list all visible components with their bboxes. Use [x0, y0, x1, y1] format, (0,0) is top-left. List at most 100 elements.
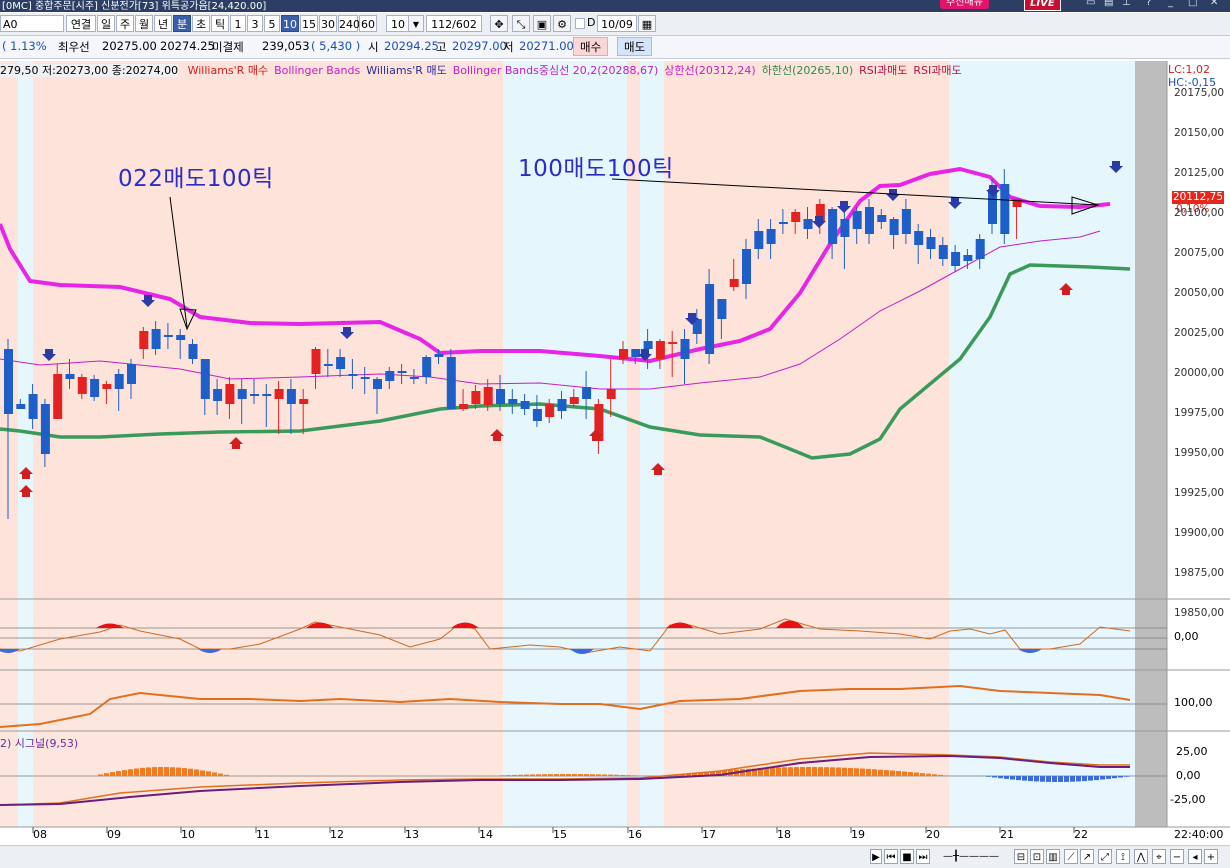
scroll-slider[interactable]: —╂———— [934, 849, 1008, 864]
candle-body [483, 387, 493, 405]
macd-histogram-bar [224, 774, 229, 776]
best-ask-value: 20274.25 [160, 39, 215, 53]
layout-icon[interactable]: ▥ [1046, 849, 1060, 864]
macd-histogram-bar [176, 767, 181, 776]
macd-histogram-bar [608, 774, 613, 776]
date-checkbox[interactable] [575, 18, 585, 29]
candle-body [778, 222, 788, 224]
close-icon[interactable]: ✕ [1210, 0, 1218, 8]
interval-button-10[interactable]: 5 [264, 15, 280, 32]
candle-body [926, 237, 936, 249]
interval-button-6[interactable]: 초 [192, 15, 210, 32]
candle-body [742, 249, 751, 284]
macd-histogram-bar [200, 770, 205, 776]
chart-area[interactable]: 279,50 저:20273,00 종:20274,00 Williams'R … [0, 59, 1230, 867]
maximize-icon[interactable]: □ [1188, 0, 1197, 8]
candle-body [619, 349, 628, 359]
live-badge[interactable]: LIVE [1024, 0, 1061, 11]
best-bid-value: 20275.00 [102, 39, 157, 53]
interval-button-7[interactable]: 틱 [211, 15, 229, 32]
zoom-fit-icon[interactable]: ⊡ [1030, 849, 1044, 864]
trend-tool-icon[interactable]: ⤢ [1098, 849, 1112, 864]
position-readout: 112/602 [426, 15, 482, 32]
zoom-in-icon[interactable]: + [1204, 849, 1218, 864]
save-icon[interactable]: ▣ [533, 15, 551, 32]
signal-zone [0, 61, 18, 599]
macd-histogram-bar [134, 768, 139, 776]
interval-button-2[interactable]: 주 [116, 15, 134, 32]
signal-zone-sub [627, 599, 640, 827]
interval-button-5[interactable]: 분 [173, 15, 191, 32]
crosshair-add-icon[interactable]: ✥ [490, 15, 508, 32]
macd-histogram-bar [530, 774, 535, 776]
interval-button-12[interactable]: 15 [300, 15, 318, 32]
macd-histogram-bar [524, 774, 529, 776]
candle-body [360, 377, 370, 379]
interval-button-11[interactable]: 10 [281, 15, 299, 32]
window-restore-icon[interactable]: ▭ [1086, 0, 1095, 8]
interval-button-1[interactable]: 일 [97, 15, 115, 32]
signal-zone-sub [18, 599, 33, 827]
arrow-tool-icon[interactable]: ↗ [1080, 849, 1094, 864]
macd-histogram-bar [122, 770, 127, 776]
window-layout-icon[interactable]: ▤ [1104, 0, 1113, 8]
macd-histogram-bar [590, 774, 595, 776]
buy-button[interactable]: 매수 [573, 37, 609, 56]
legend-item-0: Williams'R 매수 [187, 64, 269, 77]
price-tick-label: 19950,00 [1174, 447, 1225, 459]
interval-button-3[interactable]: 월 [135, 15, 153, 32]
play-icon[interactable]: ▶ [870, 849, 882, 864]
pattern-tool-icon[interactable]: ⋀ [1134, 849, 1148, 864]
zoom-area-icon[interactable]: ⊟ [1014, 849, 1028, 864]
date-input[interactable]: 10/09 [597, 15, 637, 32]
cursor-tool-icon[interactable]: ⌖ [1152, 849, 1166, 864]
candle-body [532, 409, 542, 421]
candle-body [102, 384, 112, 389]
interval-button-15[interactable]: 60 [359, 15, 377, 32]
candle-body [668, 342, 678, 344]
zoom-out-icon[interactable]: − [1170, 849, 1184, 864]
candle-body [4, 349, 13, 414]
interval-button-8[interactable]: 1 [230, 15, 246, 32]
stop-icon[interactable]: ■ [900, 849, 914, 864]
low-label: 저 [503, 40, 514, 54]
symbol-field[interactable]: A0 100(24.1 [0, 15, 64, 48]
macd-histogram-bar [794, 767, 799, 776]
interval-button-13[interactable]: 30 [319, 15, 337, 32]
count-dropdown-icon[interactable]: ▼ [408, 15, 424, 32]
macd-zero-label: 0,00 [1176, 769, 1201, 782]
macd-histogram-bar [632, 775, 637, 776]
annotation-left: 022매도100틱 [118, 166, 274, 192]
macd-histogram-bar [1052, 776, 1057, 782]
help-icon[interactable]: ? [1146, 0, 1151, 8]
interval-button-9[interactable]: 3 [247, 15, 263, 32]
fib-tool-icon[interactable]: ⟟ [1116, 849, 1130, 864]
calendar-icon[interactable]: ▦ [638, 15, 656, 32]
fast-forward-icon[interactable]: ⏭ [916, 849, 930, 864]
date-flag-label: D [587, 16, 596, 29]
minimize-icon[interactable]: _ [1168, 0, 1173, 8]
macd-histogram-bar [182, 768, 187, 776]
sell-button[interactable]: 매도 [617, 37, 653, 56]
macd-histogram-bar [902, 771, 907, 776]
open-value: 20294.25 [384, 39, 439, 53]
candle-body [114, 374, 124, 389]
interval-button-14[interactable]: 240 [338, 15, 360, 32]
macd-histogram-bar [1106, 776, 1111, 779]
candle-body [901, 209, 911, 234]
scroll-left-icon[interactable]: ◂ [1188, 849, 1202, 864]
rewind-icon[interactable]: ⏮ [884, 849, 898, 864]
settings-gear-icon[interactable]: ⚙ [553, 15, 571, 32]
draw-line-tool-icon[interactable]: ⟋ [1064, 849, 1078, 864]
macd-histogram-bar [188, 768, 193, 776]
interval-button-0[interactable]: 연결 [66, 15, 96, 32]
legend-item-1: Bollinger Bands [274, 64, 361, 77]
macd-histogram-bar [998, 776, 1003, 779]
draw-line-icon[interactable]: ⤡ [512, 15, 530, 32]
open-label: 시 [368, 40, 379, 54]
interval-button-4[interactable]: 년 [154, 15, 172, 32]
menu-badge[interactable]: 주진매뉴 [940, 0, 989, 9]
macd-histogram-bar [812, 767, 817, 776]
window-pin-icon[interactable]: ⊥ [1122, 0, 1131, 8]
signal-zone [627, 61, 640, 599]
